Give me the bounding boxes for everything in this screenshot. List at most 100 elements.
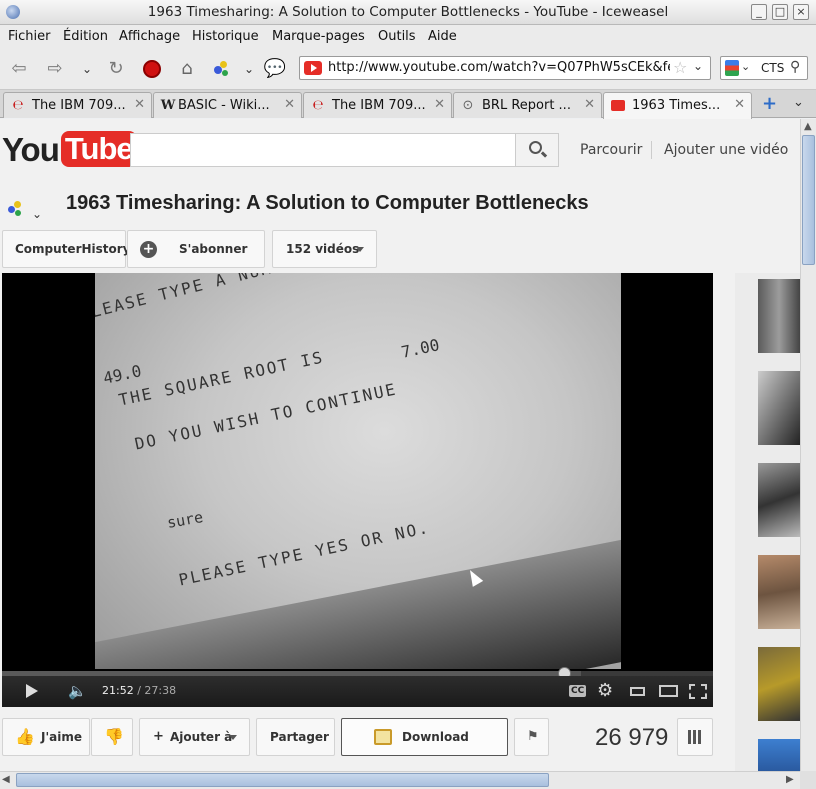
scroll-up-icon[interactable]: ▲ [804,121,812,132]
yt-search-button[interactable] [515,133,559,167]
vertical-scrollbar[interactable]: ▲ [800,119,816,771]
tab-bar: ℮ The IBM 709... ✕ W BASIC - Wiki... ✕ ℮… [0,90,816,119]
reload-icon[interactable]: ↻ [103,56,129,82]
related-thumbnail[interactable] [758,371,800,445]
dislike-button[interactable]: 👎 [91,718,133,756]
search-text[interactable]: CTS [761,61,784,75]
related-thumbnail[interactable] [758,647,800,721]
like-label: J'aime [41,730,82,744]
menu-aide[interactable]: Aide [428,29,457,44]
share-button[interactable]: Partager [256,718,335,756]
scroll-left-icon[interactable]: ◀ [2,774,10,785]
logo-you: You [2,131,60,168]
youtube-logo[interactable]: You Tube [2,131,137,171]
related-thumbnail[interactable] [758,555,800,629]
close-button[interactable]: × [793,4,809,20]
tab-label: 1963 Times... [632,98,721,113]
red-e-icon: ℮ [312,98,324,113]
red-e-icon: ℮ [12,98,24,113]
tab-youtube-active[interactable]: 1963 Times... ✕ [603,92,752,119]
wikipedia-icon: W [160,98,176,113]
videos-count-button[interactable]: 152 vidéos [272,230,377,268]
home-icon[interactable]: ⌂ [174,56,200,82]
tab-basic-wiki[interactable]: W BASIC - Wiki... ✕ [153,92,302,118]
volume-icon[interactable]: 🔈 [68,682,87,700]
channel-name-button[interactable]: ComputerHistory [2,230,131,268]
stop-icon[interactable] [139,56,165,82]
like-button[interactable]: 👍 J'aime [2,718,90,756]
download-button[interactable]: Download [341,718,508,756]
time-display: 21:52 / 27:38 [102,684,176,697]
search-engine-dropdown-icon[interactable]: ⌄ [741,60,750,73]
addon-molecule-icon[interactable] [207,56,233,82]
horizontal-scroll-thumb[interactable] [16,773,549,787]
url-bar[interactable]: http://www.youtube.com/watch?v=Q07PhW5sC… [299,56,711,80]
related-thumbnail[interactable] [758,279,800,353]
caret-down-icon [356,247,364,252]
google-icon[interactable] [725,60,739,76]
menu-affichage[interactable]: Affichage [119,29,180,44]
menu-edition[interactable]: Édition [63,29,108,44]
tab-ibm709-1[interactable]: ℮ The IBM 709... ✕ [3,92,152,118]
flag-icon: ⚑ [527,729,539,744]
url-text[interactable]: http://www.youtube.com/watch?v=Q07PhW5sC… [328,60,670,75]
menu-outils[interactable]: Outils [378,29,416,44]
forward-icon[interactable]: ⇨ [42,56,68,82]
add-to-button[interactable]: + Ajouter à [139,718,250,756]
search-icon[interactable]: ⚲ [790,59,800,75]
history-dropdown-icon[interactable]: ⌄ [74,56,100,82]
subscribe-button[interactable]: + S'abonner [127,230,265,268]
navigation-toolbar: ⇦ ⇨ ⌄ ↻ ⌂ ⌄ 💬 http://www.youtube.com/wat… [0,48,816,90]
settings-gear-icon[interactable]: ⚙ [597,680,613,701]
chevron-down-icon[interactable]: ⌄ [32,207,42,221]
yt-search-input[interactable] [130,133,516,167]
url-dropdown-icon[interactable]: ⌄ [693,59,703,73]
tab-list-icon[interactable]: ⌄ [793,95,804,110]
close-icon[interactable]: ✕ [734,97,745,112]
window-title: 1963 Timesharing: A Solution to Computer… [147,4,669,20]
large-player-icon[interactable] [659,685,678,697]
download-icon [374,729,392,745]
close-icon[interactable]: ✕ [284,97,295,112]
scroll-right-icon[interactable]: ▶ [786,774,794,785]
menu-historique[interactable]: Historique [192,29,259,44]
tab-ibm709-2[interactable]: ℮ The IBM 709... ✕ [303,92,452,118]
small-player-icon[interactable] [630,687,645,696]
related-thumbnail[interactable] [758,739,800,771]
addon-dropdown-icon[interactable]: ⌄ [236,56,262,82]
plus-circle-icon: + [140,241,157,258]
close-icon[interactable]: ✕ [584,97,595,112]
vertical-scroll-thumb[interactable] [802,135,815,265]
captions-icon[interactable]: CC [569,685,587,697]
maximize-button[interactable]: □ [772,4,788,20]
video-player[interactable]: LEASE TYPE A NUMBER UP T 49.0 THE SQUARE… [2,273,713,707]
menu-fichier[interactable]: Fichier [8,29,51,44]
related-thumbnail[interactable] [758,463,800,537]
menu-marque-pages[interactable]: Marque-pages [272,29,365,44]
flag-button[interactable]: ⚑ [514,718,549,756]
play-icon[interactable] [26,684,38,698]
close-icon[interactable]: ✕ [134,97,145,112]
channel-name: ComputerHistory [15,242,131,256]
nav-separator [651,141,652,159]
nav-browse-link[interactable]: Parcourir [580,142,642,158]
minimize-button[interactable]: _ [751,4,767,20]
tab-brl-report[interactable]: ⊙ BRL Report ... ✕ [453,92,602,118]
video-frame[interactable]: LEASE TYPE A NUMBER UP T 49.0 THE SQUARE… [95,273,621,669]
window-titlebar: 1963 Timesharing: A Solution to Computer… [0,0,816,25]
stats-button[interactable] [677,718,713,756]
new-tab-icon[interactable]: + [762,93,777,114]
search-handle [540,151,548,158]
back-icon[interactable]: ⇦ [6,56,32,82]
video-title: 1963 Timesharing: A Solution to Computer… [66,192,589,214]
close-icon[interactable]: ✕ [434,97,445,112]
search-bar[interactable]: ⌄ CTS ⚲ [720,56,808,80]
fullscreen-icon[interactable] [689,684,707,699]
horizontal-scrollbar[interactable]: ◀ ▶ [0,771,800,789]
bookmark-star-icon[interactable]: ☆ [673,58,687,77]
chat-bubble-icon[interactable]: 💬 [262,56,288,82]
view-count: 26 979 [595,724,669,751]
time-separator: / [133,684,145,697]
nav-upload-link[interactable]: Ajouter une vidéo [664,142,788,158]
channel-molecule-icon[interactable] [8,201,26,219]
